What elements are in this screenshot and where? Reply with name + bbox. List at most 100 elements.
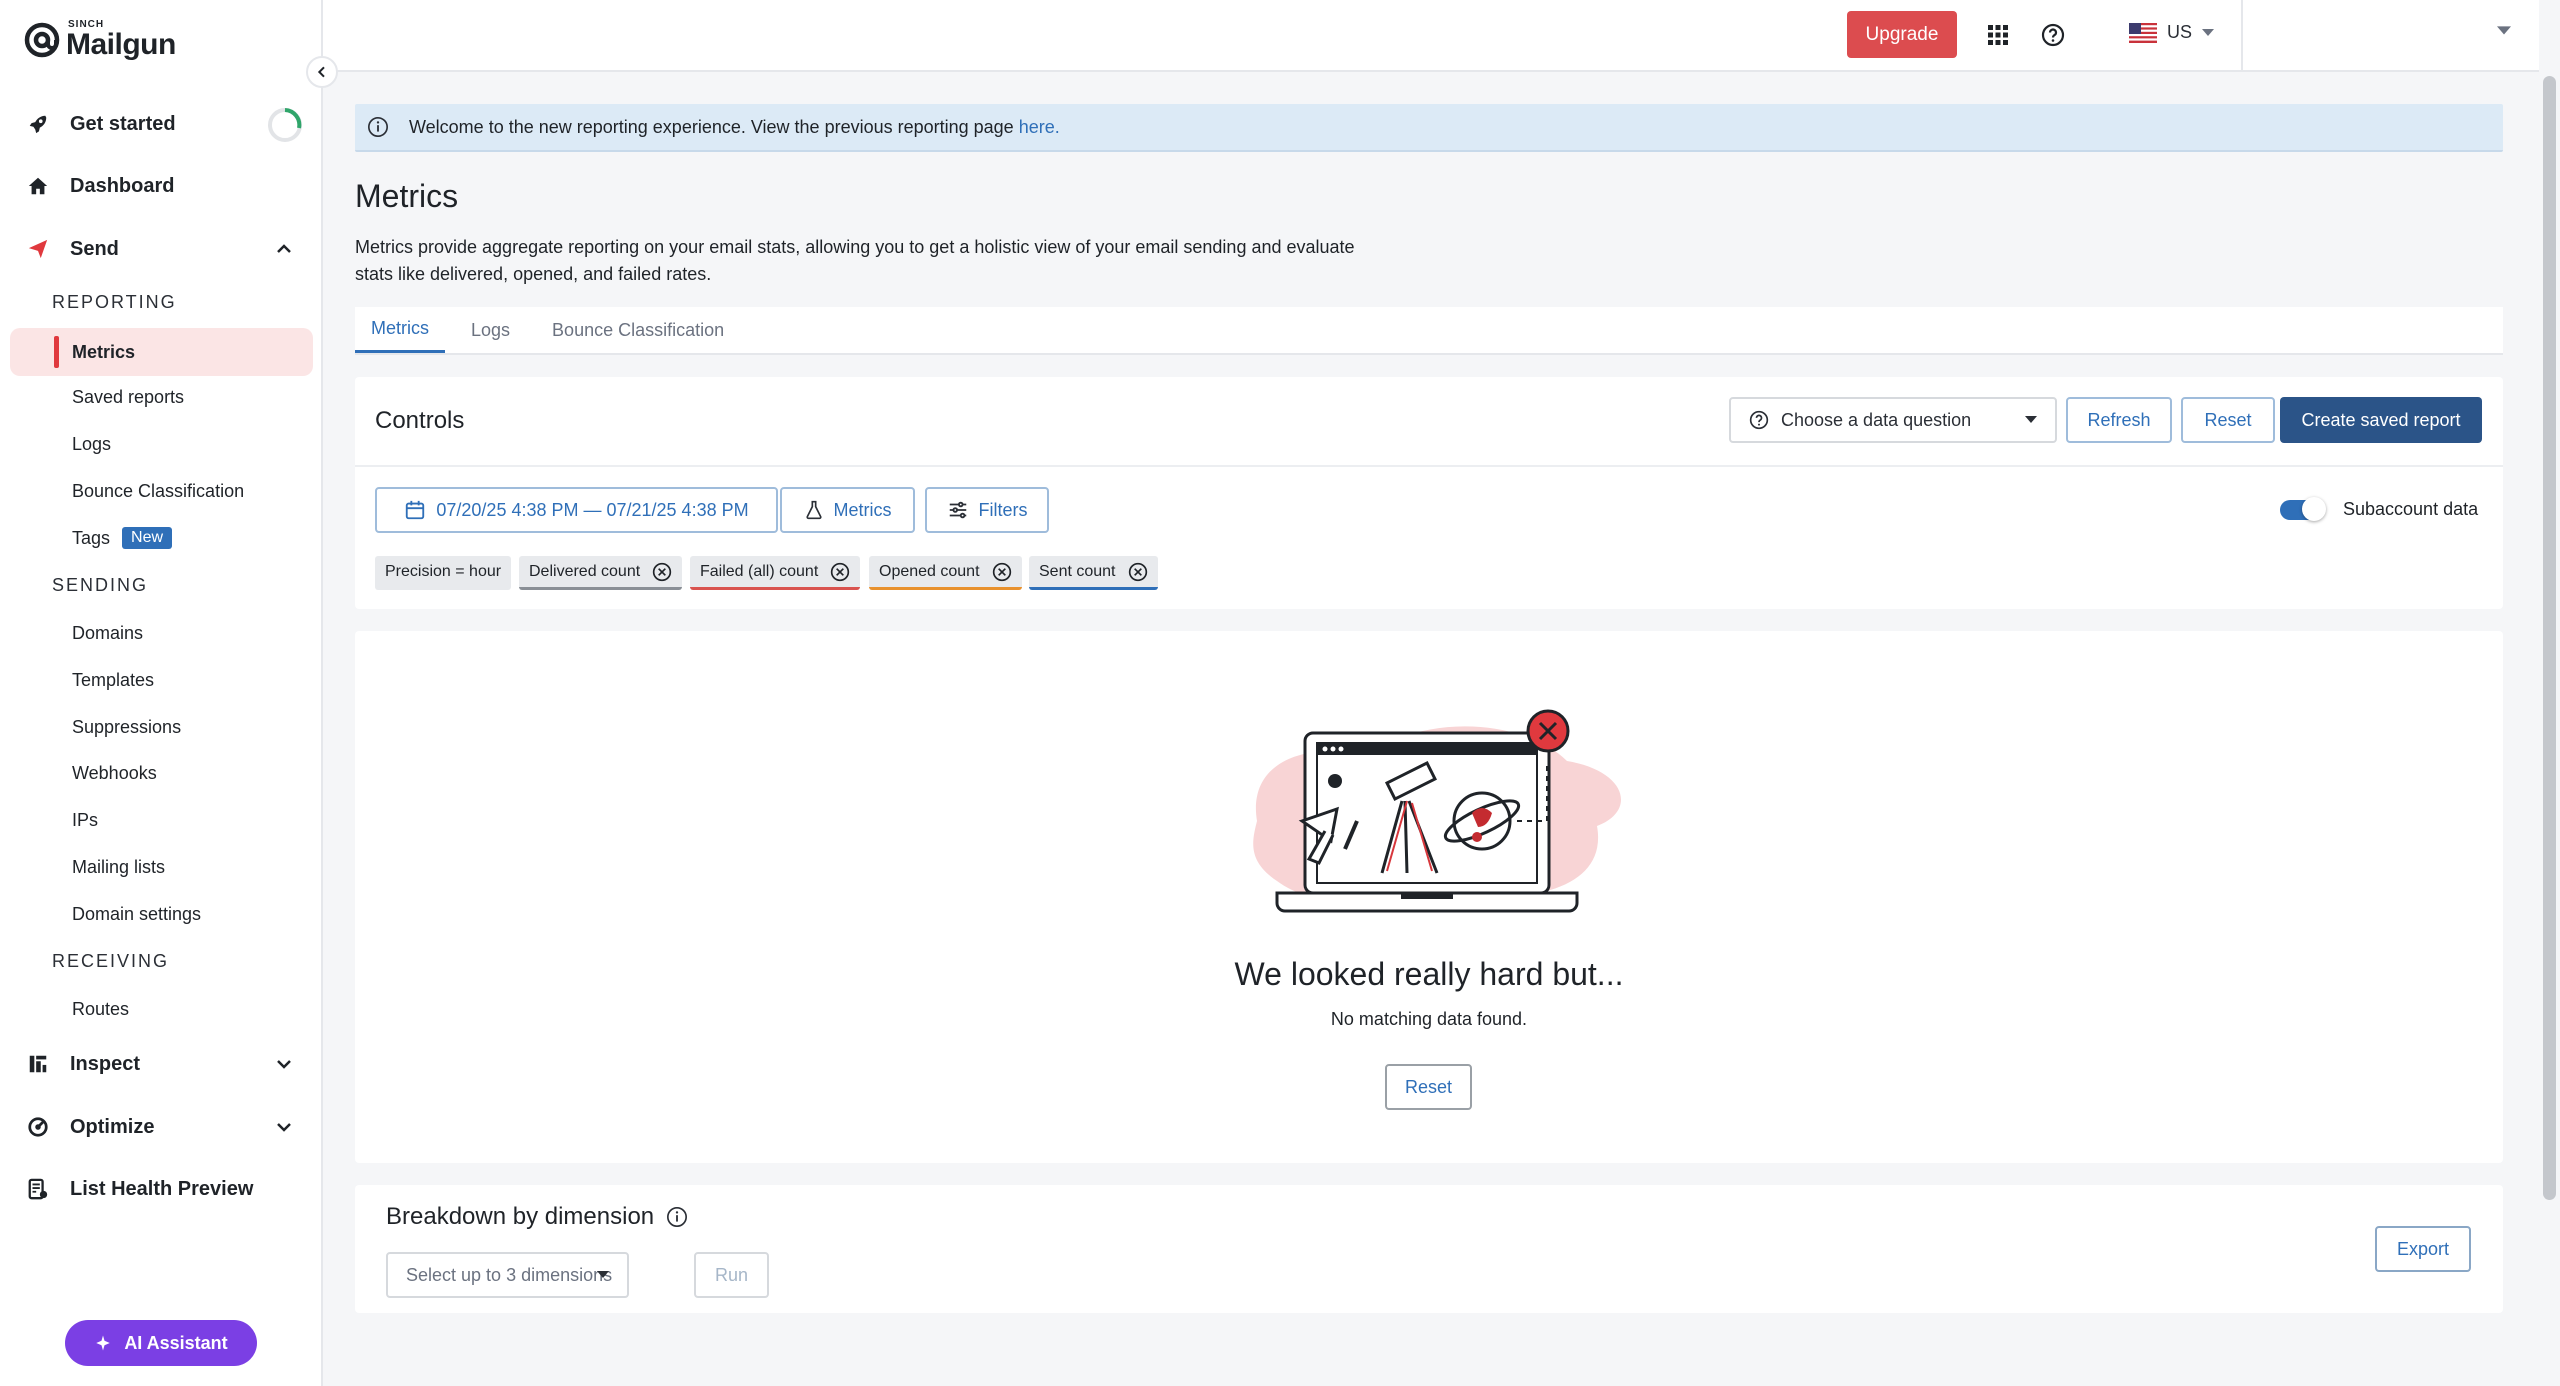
mailgun-logo[interactable]: SINCH Mailgun	[24, 18, 176, 62]
banner-text: Welcome to the new reporting experience.…	[409, 116, 1060, 137]
metrics-button[interactable]: Metrics	[780, 487, 915, 533]
account-menu-caret-icon[interactable]	[2497, 26, 2511, 36]
sidebar-item-domains[interactable]: Domains	[72, 618, 143, 648]
page-title: Metrics	[355, 178, 459, 214]
chevron-down-icon[interactable]	[272, 1115, 296, 1139]
sidebar-item-ips[interactable]: IPs	[72, 805, 98, 835]
sidebar-item-label: Optimize	[70, 1115, 155, 1138]
dimensions-select[interactable]: Select up to 3 dimensions	[386, 1252, 629, 1298]
sidebar-item-label: Dashboard	[70, 174, 175, 197]
sidebar-item-webhooks[interactable]: Webhooks	[72, 758, 157, 788]
sidebar-item-send[interactable]: Send	[26, 229, 296, 269]
chip-label: Delivered count	[529, 562, 641, 580]
reset-button[interactable]: Reset	[2181, 397, 2275, 443]
topbar-divider	[2241, 0, 2243, 72]
chevron-up-icon[interactable]	[272, 237, 296, 261]
sidebar-item-list-health-preview[interactable]: List Health Preview	[26, 1169, 296, 1209]
upgrade-button[interactable]: Upgrade	[1847, 11, 1957, 58]
empty-state-subtitle: No matching data found.	[1330, 1009, 1528, 1029]
dimensions-placeholder: Select up to 3 dimensions	[406, 1264, 613, 1285]
sidebar-item-suppressions[interactable]: Suppressions	[72, 712, 181, 742]
chip-sent-count: Sent count	[1029, 556, 1158, 590]
tab-metrics[interactable]: Metrics	[355, 307, 445, 353]
scrollbar-thumb[interactable]	[2543, 76, 2556, 1200]
remove-chip-icon[interactable]	[652, 562, 672, 582]
region-label: US	[2167, 22, 2193, 42]
sidebar-item-metrics[interactable]: Metrics	[72, 337, 135, 367]
remove-chip-icon[interactable]	[1128, 562, 1148, 582]
sidebar-item-mailing-lists[interactable]: Mailing lists	[72, 852, 165, 882]
previous-reporting-link[interactable]: here.	[1019, 117, 1060, 137]
chevron-down-icon[interactable]	[272, 1052, 296, 1076]
us-flag-icon	[2129, 22, 2157, 43]
sidebar-item-label: List Health Preview	[70, 1177, 254, 1200]
sidebar-item-domain-settings[interactable]: Domain settings	[72, 899, 201, 929]
inspect-icon	[26, 1052, 50, 1076]
new-badge: New	[122, 527, 173, 549]
sparkle-icon	[96, 1335, 111, 1351]
chevron-left-icon	[317, 66, 325, 78]
sidebar-item-dashboard[interactable]: Dashboard	[26, 166, 296, 206]
top-bar: Upgrade US	[323, 0, 2539, 72]
tab-bounce-classification[interactable]: Bounce Classification	[536, 307, 740, 353]
sidebar-item-tags[interactable]: Tags New	[72, 523, 173, 553]
sidebar-item-optimize[interactable]: Optimize	[26, 1107, 296, 1147]
sliders-icon	[949, 501, 966, 519]
chip-label: Precision = hour	[385, 562, 502, 580]
sidebar-item-routes[interactable]: Routes	[72, 994, 129, 1024]
data-question-label: Choose a data question	[1781, 409, 1972, 430]
remove-chip-icon[interactable]	[830, 562, 850, 582]
chip-label: Opened count	[879, 562, 980, 580]
progress-ring-icon	[268, 108, 302, 142]
brand-name: Mailgun	[66, 28, 176, 61]
subaccount-toggle[interactable]	[2280, 497, 2326, 521]
tab-logs[interactable]: Logs	[455, 307, 526, 353]
breakdown-title-text: Breakdown by dimension	[386, 1203, 655, 1230]
sidebar-item-bounce-classification[interactable]: Bounce Classification	[72, 476, 244, 506]
caret-down-icon	[2202, 28, 2215, 36]
apps-grid-icon[interactable]	[1983, 20, 2013, 50]
send-icon	[26, 237, 50, 261]
breakdown-panel: Breakdown by dimension Select up to 3 di…	[355, 1185, 2503, 1313]
calendar-icon	[406, 500, 425, 520]
filters-button-label: Filters	[978, 499, 1028, 520]
empty-state-reset-button[interactable]: Reset	[1385, 1064, 1472, 1110]
date-range-picker[interactable]: 07/20/25 4:38 PM — 07/21/25 4:38 PM	[375, 487, 778, 533]
help-circle-icon	[1749, 410, 1769, 430]
active-item-highlight	[10, 328, 313, 376]
region-selector[interactable]: US	[2129, 22, 2215, 43]
caret-down-icon	[597, 1271, 609, 1278]
no-data-illustration	[1253, 709, 1621, 913]
info-icon[interactable]	[666, 1206, 688, 1228]
controls-panel: Controls Choose a data question Refresh …	[355, 377, 2503, 609]
sidebar-item-get-started[interactable]: Get started	[26, 104, 302, 144]
caret-down-icon	[2025, 416, 2037, 423]
filters-button[interactable]: Filters	[925, 487, 1049, 533]
date-range-value: 07/20/25 4:38 PM — 07/21/25 4:38 PM	[436, 499, 749, 520]
refresh-button[interactable]: Refresh	[2066, 397, 2172, 443]
flask-icon	[805, 500, 822, 520]
create-saved-report-button[interactable]: Create saved report	[2280, 397, 2482, 443]
sidebar-item-logs[interactable]: Logs	[72, 429, 111, 459]
ai-assistant-label: AI Assistant	[124, 1332, 228, 1353]
chip-label: Failed (all) count	[700, 562, 819, 580]
section-reporting: REPORTING	[52, 292, 177, 312]
empty-state-panel: We looked really hard but... No matching…	[355, 631, 2503, 1163]
export-button[interactable]: Export	[2375, 1226, 2471, 1272]
list-health-icon	[26, 1177, 50, 1201]
sidebar-item-templates[interactable]: Templates	[72, 665, 154, 695]
mailgun-logo-icon	[24, 22, 60, 58]
data-question-select[interactable]: Choose a data question	[1729, 397, 2057, 443]
sidebar-item-label: Inspect	[70, 1052, 141, 1075]
help-icon[interactable]	[2038, 20, 2068, 50]
sidebar-item-inspect[interactable]: Inspect	[26, 1044, 296, 1084]
ai-assistant-button[interactable]: AI Assistant	[65, 1320, 257, 1366]
collapse-sidebar-button[interactable]	[306, 56, 338, 88]
remove-chip-icon[interactable]	[992, 562, 1012, 582]
sidebar-item-saved-reports[interactable]: Saved reports	[72, 382, 184, 412]
sidebar: SINCH Mailgun Get started Dashboard Send…	[0, 0, 323, 1386]
info-icon	[368, 117, 388, 137]
rocket-icon	[26, 112, 50, 136]
metrics-button-label: Metrics	[833, 499, 892, 520]
run-button[interactable]: Run	[694, 1252, 769, 1298]
